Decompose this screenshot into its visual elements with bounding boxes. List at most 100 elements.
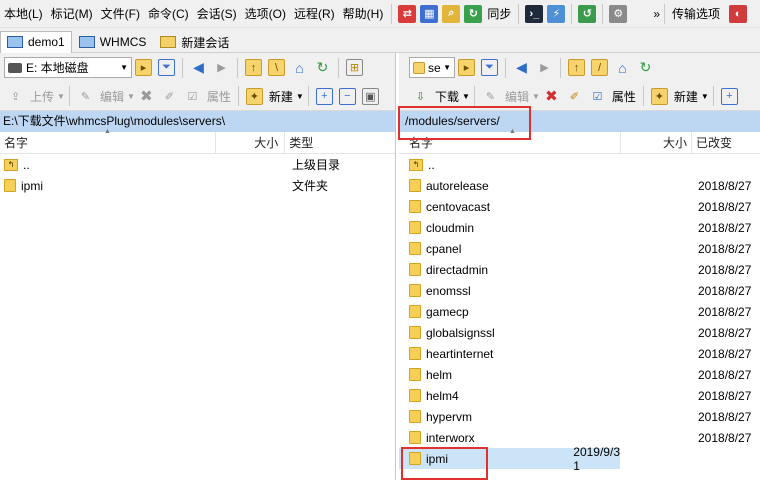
forward-arrow-icon[interactable]: ▶ [536, 59, 553, 76]
refresh-icon[interactable]: ↻ [314, 59, 331, 76]
file-name: interworx [426, 430, 475, 445]
menu-file[interactable]: 文件(F) [97, 0, 144, 28]
edit-button[interactable]: 编辑 [502, 88, 532, 105]
sort-arrow-icon: ▲ [509, 128, 516, 135]
terminal-icon[interactable]: ›_ [525, 4, 544, 23]
select-all-icon[interactable]: + [720, 87, 738, 105]
table-row[interactable]: helm 2018/8/27 [399, 364, 760, 385]
delete-icon[interactable]: ✖ [138, 88, 155, 105]
table-row[interactable]: hypervm 2018/8/27 [399, 406, 760, 427]
rename-icon[interactable]: ✐ [566, 88, 583, 105]
menu-mark[interactable]: 标记(M) [47, 0, 97, 28]
sync-button-label[interactable]: 同步 [484, 5, 514, 22]
remote-path-bar[interactable]: /modules/servers/ [399, 111, 760, 132]
new-button[interactable]: 新建 [671, 88, 701, 105]
file-modified: 2018/8/27 [698, 178, 752, 193]
home-icon[interactable]: ⌂ [614, 59, 631, 76]
tree-icon[interactable]: ⊞ [346, 59, 363, 76]
filter-icon[interactable]: ⏷ [158, 59, 175, 76]
menu-command[interactable]: 命令(C) [144, 0, 193, 28]
remote-column-header: 名字 大小 已改变 ▲ [399, 128, 760, 154]
new-folder-icon: ✦ [245, 87, 263, 105]
rename-icon[interactable]: ✐ [161, 88, 178, 105]
local-drive-select[interactable]: E: 本地磁盘 ▼ [4, 57, 132, 78]
menu-help[interactable]: 帮助(H) [339, 0, 388, 28]
table-row[interactable]: autorelease 2018/8/27 [399, 175, 760, 196]
upload-icon: ⇪ [10, 90, 21, 103]
table-row[interactable]: ↰ .. 上级目录 [0, 154, 395, 175]
tab-new-session[interactable]: 新建会话 [153, 31, 236, 53]
filter-icon[interactable]: ⏷ [481, 59, 498, 76]
folder-icon [409, 326, 421, 339]
remote-dir-select[interactable]: se ▼ [409, 57, 455, 78]
parent-dir-icon[interactable]: ↑ [568, 59, 585, 76]
file-type: 文件夹 [292, 179, 329, 193]
table-row[interactable]: enomssl 2018/8/27 [399, 280, 760, 301]
col-modified[interactable]: 已改变 [692, 132, 760, 154]
col-type[interactable]: 类型 [285, 132, 395, 154]
table-row[interactable]: cpanel 2018/8/27 [399, 238, 760, 259]
col-size[interactable]: 大小 [621, 131, 692, 154]
parent-dir-icon[interactable]: ↑ [245, 59, 262, 76]
select-all-icon[interactable]: + [315, 87, 333, 105]
home-icon[interactable]: ⌂ [291, 59, 308, 76]
toolbar-separator [505, 57, 506, 78]
file-modified: 2018/8/27 [698, 283, 752, 298]
file-name: helm4 [426, 388, 459, 403]
back-arrow-icon[interactable]: ◀ [190, 59, 207, 76]
menu-remote[interactable]: 远程(R) [290, 0, 339, 28]
invert-selection-icon[interactable]: ▣ [361, 87, 379, 105]
menu-session[interactable]: 会话(S) [193, 0, 241, 28]
tab-whmcs[interactable]: WHMCS [72, 31, 154, 53]
tab-demo1[interactable]: demo1 [0, 30, 72, 53]
table-row[interactable]: heartinternet 2018/8/27 [399, 343, 760, 364]
table-row[interactable]: globalsignssl 2018/8/27 [399, 322, 760, 343]
sync-browse-icon[interactable]: ▦ [420, 4, 439, 23]
find-files-icon[interactable]: ⌕ [442, 4, 461, 23]
properties-icon: ☑ [592, 90, 603, 103]
transfer-options-button[interactable]: 传输选项 [669, 5, 723, 22]
gear-icon[interactable]: ⚙ [609, 4, 628, 23]
table-row[interactable]: cloudmin 2018/8/27 [399, 217, 760, 238]
table-row[interactable]: helm4 2018/8/27 [399, 385, 760, 406]
properties-button[interactable]: 属性 [609, 88, 639, 105]
delete-icon[interactable]: ✖ [543, 88, 560, 105]
col-size[interactable]: 大小 [216, 131, 286, 154]
table-row[interactable]: gamecp 2018/8/27 [399, 301, 760, 322]
refresh-icon[interactable]: ↻ [637, 59, 654, 76]
queue-icon[interactable]: ↺ [578, 4, 597, 23]
table-row[interactable]: directadmin 2018/8/27 [399, 259, 760, 280]
menu-bar: 本地(L) 标记(M) 文件(F) 命令(C) 会话(S) 选项(O) 远程(R… [0, 0, 760, 28]
open-folder-icon[interactable]: ▸ [135, 59, 152, 76]
chevron-down-icon: ▼ [443, 63, 451, 72]
folder-icon [409, 452, 421, 465]
edit-button[interactable]: 编辑 [97, 88, 127, 105]
back-arrow-icon[interactable]: ◀ [513, 59, 530, 76]
file-name: autorelease [426, 178, 489, 193]
deselect-icon[interactable]: − [338, 87, 356, 105]
table-row[interactable]: ipmi 文件夹 [0, 175, 395, 196]
open-folder-icon[interactable]: ▸ [458, 59, 475, 76]
table-row[interactable]: ↰.. [399, 154, 760, 175]
local-path-bar[interactable]: E:\下载文件\whmcsPlug\modules\servers\ [0, 111, 395, 132]
table-row[interactable]: centovacast 2018/8/27 [399, 196, 760, 217]
file-modified: 2018/8/27 [698, 388, 752, 403]
file-modified: 2018/8/27 [698, 262, 752, 277]
properties-button[interactable]: 属性 [204, 88, 234, 105]
sync-icon[interactable]: ↻ [464, 4, 483, 23]
forward-arrow-icon[interactable]: ▶ [213, 59, 230, 76]
edit-icon: ✎ [80, 90, 91, 103]
overflow-chevron-icon[interactable]: » [653, 7, 660, 21]
menu-local[interactable]: 本地(L) [0, 0, 47, 28]
new-folder-icon: ✦ [650, 87, 668, 105]
upload-button[interactable]: 上传 [27, 88, 57, 105]
new-button[interactable]: 新建 [266, 88, 296, 105]
table-row[interactable]: ipmi 2019/9/3 1 [399, 445, 620, 473]
compare-dirs-icon[interactable]: ⇄ [398, 4, 417, 23]
download-button[interactable]: 下载 [432, 88, 462, 105]
putty-icon[interactable]: ⚡ [547, 4, 566, 23]
root-dir-icon[interactable]: \ [268, 59, 285, 76]
root-dir-icon[interactable]: / [591, 59, 608, 76]
menu-options[interactable]: 选项(O) [241, 0, 290, 28]
transfer-settings-icon[interactable]: ◐ [729, 4, 748, 23]
